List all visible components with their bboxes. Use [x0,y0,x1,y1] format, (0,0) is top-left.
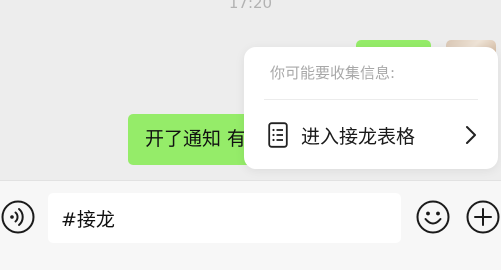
chevron-right-icon [466,126,476,144]
timestamp: 17:20 [228,0,273,12]
input-bar [0,180,501,252]
voice-icon[interactable] [0,199,36,235]
message-text: 开了通知 有 [145,128,247,150]
plus-icon[interactable] [465,199,501,235]
suggestion-popup: 你可能要收集信息: 进入接龙表格 [244,47,498,169]
open-solitaire-form-item[interactable]: 进入接龙表格 [244,105,498,163]
popup-item-label: 进入接龙表格 [301,126,416,148]
message-input[interactable] [48,193,401,243]
list-icon [268,122,288,148]
popup-title: 你可能要收集信息: [270,64,396,82]
emoji-icon[interactable] [415,199,451,235]
popup-divider [264,99,478,100]
bottom-panel [0,252,501,270]
chat-area: 17:20 开了通知 有 你可能要收集信息: 进入接龙表格 [0,0,501,180]
